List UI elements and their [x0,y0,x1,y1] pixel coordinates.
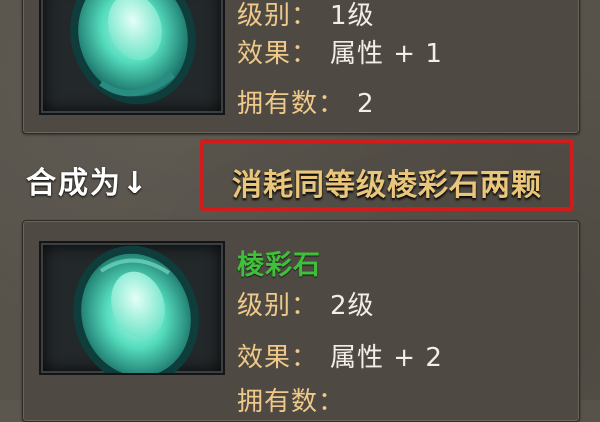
effect-row: 效果： 属性 + 2 [237,343,443,373]
effect-label: 效果： [237,343,319,373]
item-name: 棱彩石 [237,250,321,281]
effect-label: 效果： [237,39,319,69]
level-label: 级别： [237,1,319,31]
compose-text: 合成为 [26,166,122,201]
item-slot[interactable] [39,0,225,115]
effect-value: 属性 + 2 [330,343,443,373]
owned-label: 拥有数： [237,387,346,417]
level-row: 级别： 2级 [237,291,375,321]
owned-label: 拥有数： [237,89,346,119]
level-value: 2级 [330,291,375,321]
effect-value: 属性 + 1 [330,39,443,69]
level-row: 级别： 1级 [237,1,375,31]
down-arrow-icon: ↓ [122,166,150,201]
owned-row: 拥有数： 2 [237,89,375,119]
level-label: 级别： [237,291,319,321]
effect-row: 效果： 属性 + 1 [237,39,443,69]
compose-label: 合成为↓ [26,158,149,202]
compose-cost-hint: 消耗同等级棱彩石两颗 [232,168,542,203]
item-slot[interactable] [39,241,225,375]
prismatic-gem-icon [70,0,196,105]
owned-value: 2 [357,89,375,119]
owned-row: 拥有数： [237,387,345,417]
result-item-panel: 棱彩石 级别： 2级 效果： 属性 + 2 拥有数： [22,220,580,422]
level-value: 1级 [330,1,375,31]
prismatic-gem-icon [73,245,199,373]
source-item-panel: 级别： 1级 效果： 属性 + 1 拥有数： 2 [22,0,580,134]
